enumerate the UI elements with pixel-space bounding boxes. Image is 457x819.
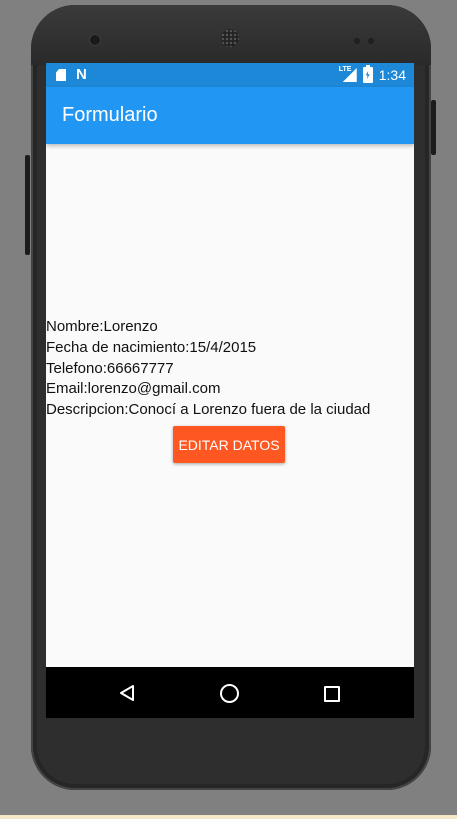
volume-button — [25, 155, 30, 255]
page-title: Formulario — [62, 104, 158, 126]
email-text: Email:lorenzo@gmail.com — [46, 380, 221, 398]
device-screen: N LTE 1:34 Formulario Nombre:Lorenzo Fec… — [46, 63, 414, 718]
phone-text: Telefono:66667777 — [46, 359, 174, 377]
window-bottom-edge — [0, 815, 457, 819]
status-bar: N LTE 1:34 — [46, 63, 414, 87]
earpiece-speaker-icon — [221, 29, 239, 47]
sd-card-icon — [56, 69, 66, 81]
navigation-bar — [46, 667, 414, 718]
power-button — [431, 100, 436, 155]
birth-date-text: Fecha de nacimiento:15/4/2015 — [46, 338, 257, 356]
edit-data-button[interactable]: EDITAR DATOS — [173, 426, 285, 463]
recent-apps-icon[interactable] — [324, 686, 340, 702]
details-list: Nombre:Lorenzo Fecha de nacimiento:15/4/… — [46, 317, 414, 421]
app-bar: Formulario — [46, 87, 414, 144]
sensor-icon — [368, 38, 374, 44]
network-type-label: LTE — [338, 66, 352, 73]
front-camera-icon — [90, 35, 100, 45]
back-icon[interactable] — [119, 685, 135, 701]
name-text: Nombre:Lorenzo — [46, 318, 158, 335]
lte-signal-icon: LTE — [338, 66, 357, 82]
n-notification-icon: N — [76, 66, 87, 83]
battery-charging-icon — [362, 65, 373, 83]
status-time: 1:34 — [378, 67, 406, 83]
home-icon[interactable] — [220, 684, 239, 703]
description-text: Descripcion:Conocí a Lorenzo fuera de la… — [46, 401, 371, 419]
sensor-icon — [354, 38, 360, 44]
